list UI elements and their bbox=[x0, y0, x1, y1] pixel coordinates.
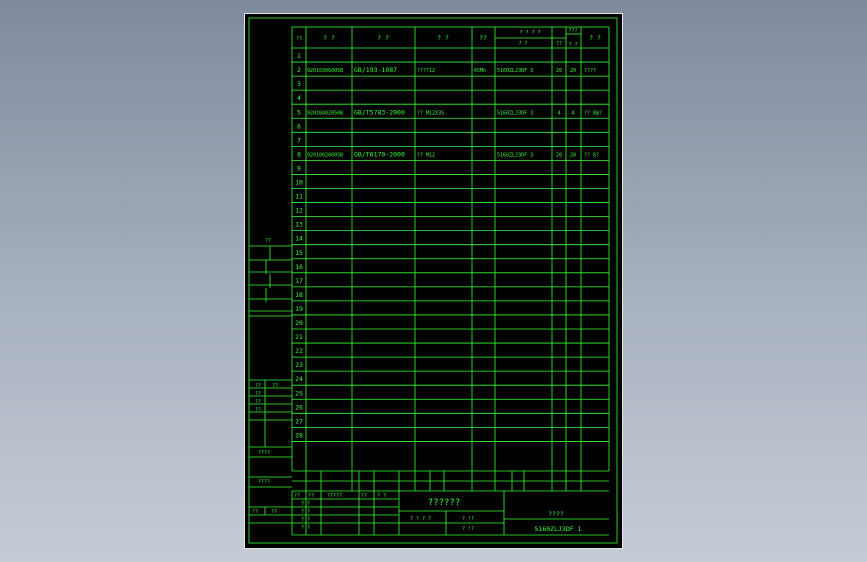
header-code: ? ? bbox=[323, 34, 335, 42]
left-bottom-label: ?? bbox=[271, 509, 277, 515]
row-remark: ?? 8? bbox=[584, 152, 599, 158]
header-group-sub2: ?? bbox=[556, 41, 562, 47]
row-number: 11 bbox=[295, 193, 303, 201]
bom-table-drawing: ??? ?? ?? ???? ? ? ?? ??????? ?? ?12 9201… bbox=[244, 13, 623, 549]
tb-left-row: ? ? bbox=[301, 501, 310, 507]
left-bottom-label: ???? bbox=[258, 450, 270, 456]
row-qty1: 20 bbox=[556, 68, 562, 74]
row-standard: GB/T5783-2000 bbox=[354, 108, 405, 116]
row-number: 8 bbox=[297, 150, 301, 158]
row-number: 4 bbox=[297, 94, 301, 102]
row-standard: GB/T6170-2000 bbox=[354, 150, 405, 158]
header-remark: ? ? bbox=[589, 34, 601, 42]
row-name: ????12 bbox=[417, 68, 435, 74]
inner-frame bbox=[248, 17, 618, 544]
row-material: 65Mn bbox=[474, 68, 486, 74]
header-group: ? ? ? ? bbox=[519, 30, 540, 36]
left-bottom-label: ???? bbox=[258, 479, 270, 485]
tb-label: ?? bbox=[361, 493, 367, 499]
drawing-sheet: ??? ?? ?? ???? ? ? ?? ??????? ?? ? 1 2 9201… bbox=[244, 13, 623, 549]
row-name: ?? M12X35 bbox=[417, 110, 444, 116]
row-number: 10 bbox=[295, 179, 303, 187]
row-number: 27 bbox=[295, 417, 303, 425]
tb-left-row: ? ? bbox=[301, 517, 310, 523]
row-number: 15 bbox=[295, 249, 303, 257]
row-number: 24 bbox=[295, 375, 303, 383]
bom-table-frame bbox=[291, 26, 610, 442]
row-number: 2 bbox=[297, 66, 301, 74]
row-number: 23 bbox=[295, 361, 303, 369]
tb-sub-label: ? ? ? ? bbox=[410, 516, 431, 522]
row-number: 12 bbox=[295, 207, 303, 215]
row-number: 16 bbox=[295, 263, 303, 271]
row-code: 92010306005B bbox=[307, 68, 343, 74]
tb-left-row: ? ? bbox=[301, 525, 310, 531]
row-number: 22 bbox=[295, 347, 303, 355]
drawing-name: ?????? bbox=[428, 498, 461, 508]
row-number: 13 bbox=[295, 221, 303, 229]
left-bottom-label: ?? bbox=[252, 509, 258, 515]
row-number: 6 bbox=[297, 122, 301, 130]
header-qty-bottom: ? ? bbox=[568, 42, 577, 48]
header-name: ? ? bbox=[437, 34, 449, 42]
row-number: 5 bbox=[297, 108, 301, 116]
row-number: 18 bbox=[295, 291, 303, 299]
company-label: ???? bbox=[548, 510, 564, 518]
row-number: 28 bbox=[295, 431, 303, 439]
header-material: ?? bbox=[479, 34, 487, 42]
row-qty1: 4 bbox=[557, 110, 560, 116]
tb-label: ?? bbox=[294, 493, 300, 499]
row-standard: GB/193-1987 bbox=[354, 66, 397, 74]
row-remark: ???? bbox=[584, 68, 596, 74]
row-remark: ?? 8@? bbox=[584, 110, 602, 116]
row-assembly: 5160ZLJ3DF 3 bbox=[497, 68, 533, 74]
row-qty1: 20 bbox=[556, 152, 562, 158]
sig-label-right: ?? bbox=[272, 383, 278, 389]
row-number: 7 bbox=[297, 136, 301, 144]
left-strip-title: ?? bbox=[265, 238, 271, 244]
row-number: 3 bbox=[297, 80, 301, 88]
row-number: 25 bbox=[295, 389, 303, 397]
row-qty2: 20 bbox=[570, 152, 576, 158]
row-name: ?? M12 bbox=[417, 152, 435, 158]
sig-label: ?? bbox=[255, 391, 261, 397]
row-number: 1 bbox=[297, 52, 301, 60]
row-number: 14 bbox=[295, 235, 303, 243]
sig-label: ?? bbox=[255, 399, 261, 405]
row-number: 19 bbox=[295, 305, 303, 313]
tb-sub-label: ? !? bbox=[462, 526, 474, 532]
tb-label: ? ? bbox=[377, 493, 386, 499]
header-std: ? ? bbox=[377, 34, 389, 42]
header-group-sub1: ? ? bbox=[518, 41, 527, 47]
tb-label: ????? bbox=[327, 493, 342, 499]
row-qty2: 4 bbox=[571, 110, 574, 116]
sig-label: ?? bbox=[255, 383, 261, 389]
row-assembly: 5160ZLJ3DF 3 bbox=[497, 110, 533, 116]
header-qty-top: ??? bbox=[568, 28, 577, 34]
row-number: 26 bbox=[295, 403, 303, 411]
row-qty2: 20 bbox=[570, 68, 576, 74]
drawing-number: 5160ZLJ3DF 1 bbox=[535, 525, 582, 533]
sig-label: ?? bbox=[255, 407, 261, 413]
header-seq: ?? bbox=[296, 36, 302, 42]
tb-sub-label: ? !? bbox=[462, 516, 474, 522]
row-number: 21 bbox=[295, 333, 303, 341]
row-number: 20 bbox=[295, 319, 303, 327]
row-number: 9 bbox=[297, 164, 301, 172]
row-number: 17 bbox=[295, 277, 303, 285]
row-code: 92010402050B bbox=[307, 110, 343, 116]
row-code: 92010020005B bbox=[307, 152, 343, 158]
tb-left-row: ? ? bbox=[301, 509, 310, 515]
tb-label: ?? bbox=[308, 493, 314, 499]
row-assembly: 5160ZLJ3DF 3 bbox=[497, 152, 533, 158]
